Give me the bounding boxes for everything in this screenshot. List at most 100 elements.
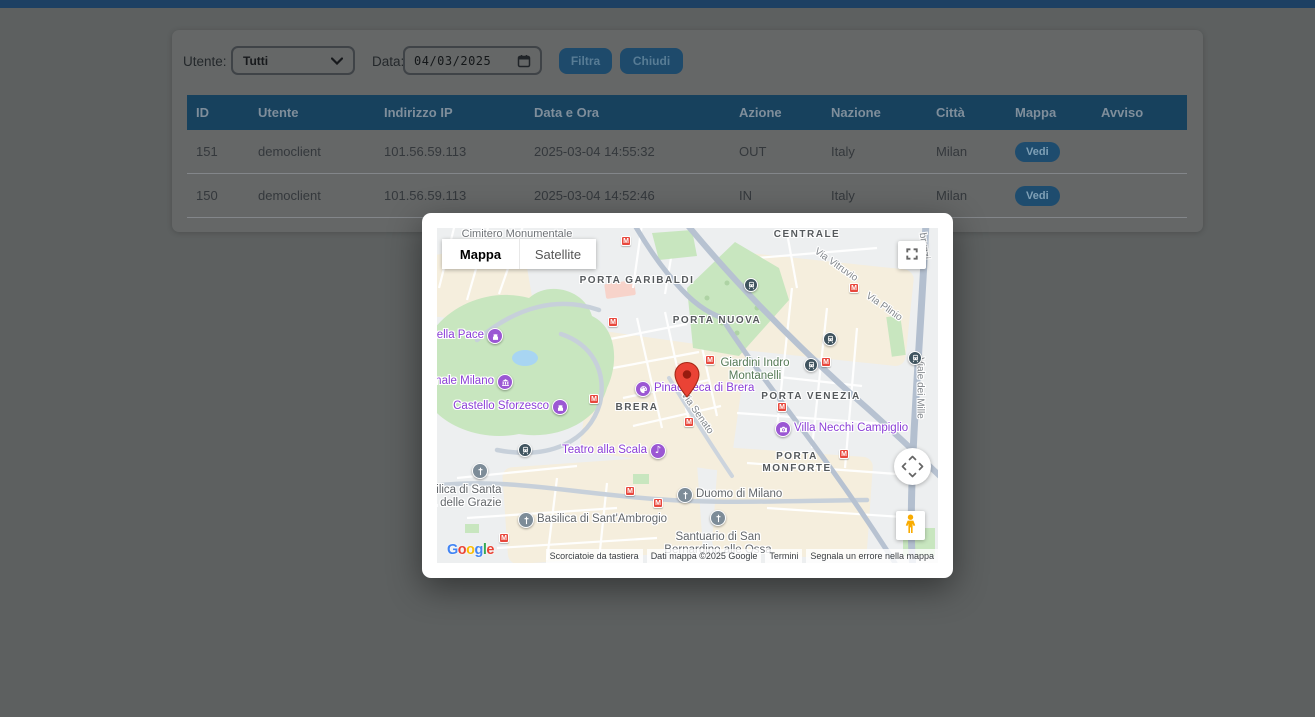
poi-museum-icon[interactable] (497, 374, 513, 390)
church-icon[interactable] (710, 510, 726, 526)
fullscreen-button[interactable] (898, 241, 926, 269)
metro-icon: M (621, 236, 631, 246)
church-icon[interactable] (472, 463, 488, 479)
map-type-map-button[interactable]: Mappa (442, 239, 519, 269)
location-marker-pin (674, 361, 700, 403)
show-map-button[interactable]: Vedi (1015, 141, 1060, 162)
cell-azione: OUT (730, 130, 822, 174)
cell-mappa: Vedi (1006, 173, 1092, 218)
cell-id: 151 (187, 130, 249, 174)
chevron-down-icon (331, 56, 343, 65)
google-logo-letter: g (474, 542, 484, 558)
header-nazione: Nazione (822, 95, 927, 130)
street-view-pegman-button[interactable] (896, 511, 925, 540)
cell-nazione: Italy (822, 130, 927, 174)
poi-label: ella Pace (437, 329, 484, 341)
map-type-satellite-button[interactable]: Satellite (519, 239, 596, 269)
filter-button[interactable]: Filtra (559, 48, 612, 74)
cell-datetime: 2025-03-04 14:52:46 (525, 173, 730, 218)
map-attribution: Scorciatoie da tastiera Dati mappa ©2025… (542, 549, 938, 563)
poi-castle-icon[interactable] (552, 399, 568, 415)
cell-citta: Milan (927, 173, 1006, 218)
terms-link[interactable]: Termini (765, 549, 803, 563)
user-filter-label: Utente: (183, 54, 227, 69)
header-mappa: Mappa (1006, 95, 1092, 130)
map-modal: CENTRALE PORTA GARIBALDI PORTA NUOVA PORTA … (422, 213, 953, 578)
header-avviso: Avviso (1092, 95, 1187, 130)
church-label: Duomo di Milano (696, 488, 783, 500)
church-icon[interactable] (677, 487, 693, 503)
close-button[interactable]: Chiudi (620, 48, 683, 74)
table-header-row: ID Utente Indirizzo IP Data e Ora Azione… (187, 95, 1187, 130)
cell-avviso (1092, 130, 1187, 174)
metro-icon: M (684, 417, 694, 427)
map-type-control: Mappa Satellite (442, 239, 596, 269)
date-input-value: 04/03/2025 (414, 53, 492, 68)
district-label: CENTRALE (773, 229, 841, 240)
top-navbar (0, 0, 1315, 8)
poi-label: Pinacoteca di Brera (654, 382, 755, 394)
poi-camera-icon[interactable] (775, 421, 791, 437)
poi-label: Teatro alla Scala (561, 444, 647, 456)
district-label: BRERA (615, 402, 659, 413)
church-icon[interactable] (518, 512, 534, 528)
district-label: PORTA NUOVA (672, 315, 762, 326)
header-data-e-ora: Data e Ora (525, 95, 730, 130)
street-label: Viale dei Mille (914, 357, 926, 419)
google-logo[interactable]: Google (447, 542, 494, 558)
district-label: PORTA VENEZIA (761, 391, 861, 402)
metro-icon: M (777, 402, 787, 412)
poi-castle-icon[interactable] (487, 328, 503, 344)
metro-icon: M (705, 355, 715, 365)
google-logo-letter: o (457, 542, 467, 558)
header-utente: Utente (249, 95, 375, 130)
cell-ip: 101.56.59.113 (375, 173, 525, 218)
log-panel: Utente: Tutti Data: 04/03/2025 Filtra Ch… (172, 30, 1203, 232)
google-logo-letter: o (466, 542, 475, 558)
pan-arrows-icon (894, 455, 931, 489)
map-canvas[interactable]: CENTRALE PORTA GARIBALDI PORTA NUOVA PORTA … (437, 228, 938, 563)
pan-control[interactable] (894, 448, 931, 485)
cell-avviso (1092, 173, 1187, 218)
poi-label: nale Milano (437, 375, 494, 387)
church-label: Basilica di Sant'Ambrogio (537, 513, 668, 525)
cell-nazione: Italy (822, 173, 927, 218)
cell-datetime: 2025-03-04 14:55:32 (525, 130, 730, 174)
keyboard-shortcuts-link[interactable]: Scorciatoie da tastiera (545, 549, 643, 563)
poi-music-icon[interactable]: ♪ (650, 443, 666, 459)
header-azione: Azione (730, 95, 822, 130)
cell-mappa: Vedi (1006, 130, 1092, 174)
table-row: 150 democlient 101.56.59.113 2025-03-04 … (187, 173, 1187, 218)
metro-icon: M (589, 394, 599, 404)
date-input[interactable]: 04/03/2025 (403, 46, 542, 75)
train-station-icon (518, 443, 532, 457)
street-label: Via Plinio (863, 290, 905, 324)
report-error-link[interactable]: Segnala un errore nella mappa (806, 549, 938, 563)
park-label: Giardini Indro Montanelli (720, 357, 790, 382)
train-station-icon (908, 351, 922, 365)
pegman-icon (904, 514, 917, 537)
user-select-value: Tutti (243, 53, 269, 68)
cell-azione: IN (730, 173, 822, 218)
cell-utente: democlient (249, 130, 375, 174)
district-label: PORTA GARIBALDI (579, 275, 695, 286)
calendar-icon[interactable] (517, 54, 531, 68)
poi-art-icon[interactable] (635, 381, 651, 397)
header-indirizzo-ip: Indirizzo IP (375, 95, 525, 130)
district-label: PORTA MONFORTE (762, 451, 832, 474)
google-logo-letter: e (486, 542, 494, 558)
show-map-button[interactable]: Vedi (1015, 185, 1060, 206)
metro-icon: M (499, 533, 509, 543)
cell-ip: 101.56.59.113 (375, 130, 525, 174)
train-station-icon (804, 358, 818, 372)
poi-label: Castello Sforzesco (453, 400, 549, 412)
train-station-icon (823, 332, 837, 346)
cell-utente: democlient (249, 173, 375, 218)
metro-icon: M (821, 357, 831, 367)
header-citta: Città (927, 95, 1006, 130)
map-data-text: Dati mappa ©2025 Google (646, 549, 762, 563)
cell-id: 150 (187, 173, 249, 218)
google-logo-letter: G (447, 542, 458, 558)
user-select[interactable]: Tutti (231, 46, 355, 75)
fullscreen-icon (901, 243, 923, 268)
